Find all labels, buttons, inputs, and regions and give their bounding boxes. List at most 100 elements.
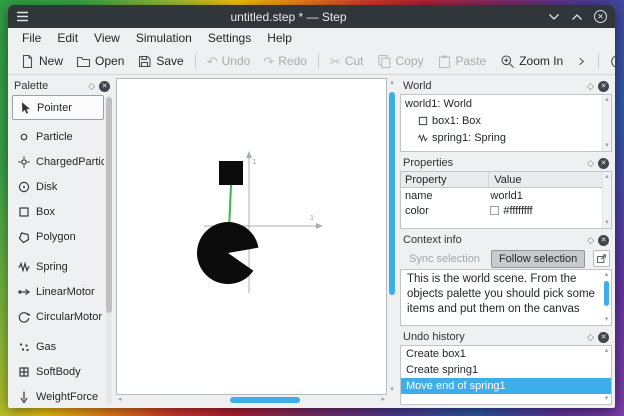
- follow-selection-button[interactable]: Follow selection: [490, 249, 586, 268]
- scrollbar-thumb[interactable]: [229, 397, 301, 403]
- context-info-body: This is the world scene. From the object…: [407, 273, 595, 316]
- new-button-label: New: [39, 54, 64, 68]
- palette-item-weightforce[interactable]: WeightForce: [12, 384, 104, 405]
- redo-button[interactable]: ↷ Redo: [257, 51, 313, 71]
- scroll-down-icon[interactable]: ▾: [605, 142, 609, 150]
- properties-table-header[interactable]: Property Value: [401, 172, 611, 188]
- close-panel-button[interactable]: ✕: [598, 331, 609, 343]
- canvas-vertical-scrollbar[interactable]: ▴ ▾: [387, 78, 397, 395]
- menu-edit[interactable]: Edit: [49, 29, 86, 47]
- undo-item-create-spring1[interactable]: Create spring1: [401, 362, 611, 378]
- hamburger-menu-icon[interactable]: [16, 11, 29, 22]
- palette-item-softbody[interactable]: SoftBody: [12, 359, 104, 384]
- close-icon: ✕: [600, 159, 607, 167]
- undo-scrollbar[interactable]: ▴ ▾: [602, 346, 611, 404]
- scene-canvas[interactable]: 1 1: [116, 78, 387, 395]
- palette-item-pointer[interactable]: Pointer: [12, 95, 104, 120]
- palette-item-circularmotor[interactable]: CircularMotor: [12, 304, 104, 329]
- cut-button[interactable]: ✂ Cut: [324, 51, 370, 71]
- open-button[interactable]: Open: [70, 51, 130, 72]
- menu-view[interactable]: View: [86, 29, 128, 47]
- zoom-in-button[interactable]: Zoom In: [494, 51, 569, 72]
- minimize-button[interactable]: [548, 13, 560, 21]
- float-panel-icon[interactable]: ◇: [587, 235, 594, 245]
- cut-button-label: Cut: [344, 54, 364, 68]
- palette-item-box[interactable]: Box: [12, 199, 104, 224]
- float-panel-icon[interactable]: ◇: [587, 81, 594, 91]
- paste-button[interactable]: Paste: [431, 51, 493, 72]
- detach-context-button[interactable]: [593, 250, 610, 267]
- menu-simulation[interactable]: Simulation: [128, 29, 200, 47]
- close-panel-button[interactable]: ✕: [598, 80, 609, 92]
- simulate-button[interactable]: Simulate: [604, 51, 615, 72]
- menu-help[interactable]: Help: [259, 29, 300, 47]
- scroll-down-icon[interactable]: ▾: [390, 386, 394, 394]
- context-info-header: Context info ◇ ✕: [400, 232, 612, 248]
- context-scrollbar[interactable]: ▴ ▾: [602, 270, 611, 325]
- property-row-name[interactable]: name world1: [401, 188, 611, 203]
- scroll-down-icon[interactable]: ▾: [605, 219, 609, 227]
- x-axis-tick-label: 1: [310, 215, 314, 222]
- property-row-color[interactable]: color #ffffffff: [401, 203, 611, 218]
- tree-item-world1[interactable]: world1: World: [401, 95, 611, 112]
- scrollbar-thumb[interactable]: [106, 97, 112, 314]
- undo-item-move-end-of-spring1[interactable]: Move end of spring1: [401, 378, 611, 394]
- zoom-in-magnifier-icon: [501, 54, 515, 68]
- scroll-right-icon[interactable]: ▸: [381, 396, 385, 404]
- palette-item-label: SoftBody: [36, 365, 81, 378]
- pointer-cursor-icon: [22, 101, 30, 114]
- close-button[interactable]: ✕: [594, 10, 607, 23]
- scroll-up-icon[interactable]: ▴: [605, 271, 609, 279]
- scroll-left-icon[interactable]: ◂: [118, 396, 122, 404]
- undo-item-create-box1[interactable]: Create box1: [401, 346, 611, 362]
- new-button[interactable]: New: [14, 51, 69, 72]
- menu-file[interactable]: File: [14, 29, 49, 47]
- float-panel-icon[interactable]: ◇: [88, 81, 95, 91]
- float-panel-icon[interactable]: ◇: [587, 158, 594, 168]
- maximize-button[interactable]: [571, 13, 583, 21]
- close-panel-button[interactable]: ✕: [598, 234, 609, 246]
- undo-history-list: Create box1 Create spring1 Move end of s…: [400, 345, 612, 405]
- close-panel-button[interactable]: ✕: [598, 157, 609, 169]
- close-panel-button[interactable]: ✕: [99, 80, 110, 92]
- tree-item-box1[interactable]: box1: Box: [401, 112, 611, 129]
- undo-button[interactable]: ↶ Undo: [201, 51, 257, 71]
- tree-item-spring1[interactable]: spring1: Spring: [401, 129, 611, 146]
- palette-item-spring[interactable]: Spring: [12, 254, 104, 279]
- palette-scrollbar[interactable]: [106, 95, 112, 404]
- sync-selection-button[interactable]: Sync selection: [402, 251, 487, 267]
- palette-item-polygon[interactable]: Polygon: [12, 224, 104, 249]
- palette-item-particle[interactable]: Particle: [12, 124, 104, 149]
- property-name: color: [405, 204, 429, 217]
- toolbar-overflow-button[interactable]: [570, 53, 593, 70]
- undo-history-header: Undo history ◇ ✕: [400, 329, 612, 345]
- palette-item-label: WeightForce: [36, 390, 99, 403]
- column-header-property[interactable]: Property: [401, 172, 490, 187]
- simulate-play-icon: [611, 55, 615, 67]
- canvas-horizontal-scrollbar[interactable]: ◂ ▸: [116, 395, 387, 405]
- menu-settings[interactable]: Settings: [200, 29, 259, 47]
- save-button[interactable]: Save: [131, 51, 189, 72]
- titlebar[interactable]: untitled.step * — Step ✕: [8, 5, 615, 28]
- palette-title: Palette: [14, 80, 49, 92]
- column-header-value[interactable]: Value: [489, 174, 611, 186]
- properties-scrollbar[interactable]: ▴ ▾: [602, 172, 611, 228]
- scroll-up-icon[interactable]: ▴: [605, 347, 609, 355]
- scrollbar-thumb[interactable]: [389, 92, 395, 295]
- toolbar-separator: [194, 53, 196, 69]
- box1-shape[interactable]: [219, 161, 243, 185]
- scroll-up-icon[interactable]: ▴: [605, 173, 609, 181]
- copy-button[interactable]: Copy: [371, 51, 430, 72]
- scroll-down-icon[interactable]: ▾: [605, 316, 609, 324]
- palette-item-gas[interactable]: Gas: [12, 334, 104, 359]
- palette-item-linearmotor[interactable]: LinearMotor: [12, 279, 104, 304]
- scroll-up-icon[interactable]: ▴: [390, 79, 394, 87]
- palette-item-chargedparticle[interactable]: ChargedParticle: [12, 149, 104, 174]
- world-scrollbar[interactable]: ▴ ▾: [602, 95, 611, 151]
- polygon-icon: [18, 231, 30, 243]
- scroll-down-icon[interactable]: ▾: [605, 395, 609, 403]
- scroll-up-icon[interactable]: ▴: [605, 96, 609, 104]
- palette-item-disk[interactable]: Disk: [12, 174, 104, 199]
- scrollbar-thumb[interactable]: [604, 281, 609, 306]
- float-panel-icon[interactable]: ◇: [587, 332, 594, 342]
